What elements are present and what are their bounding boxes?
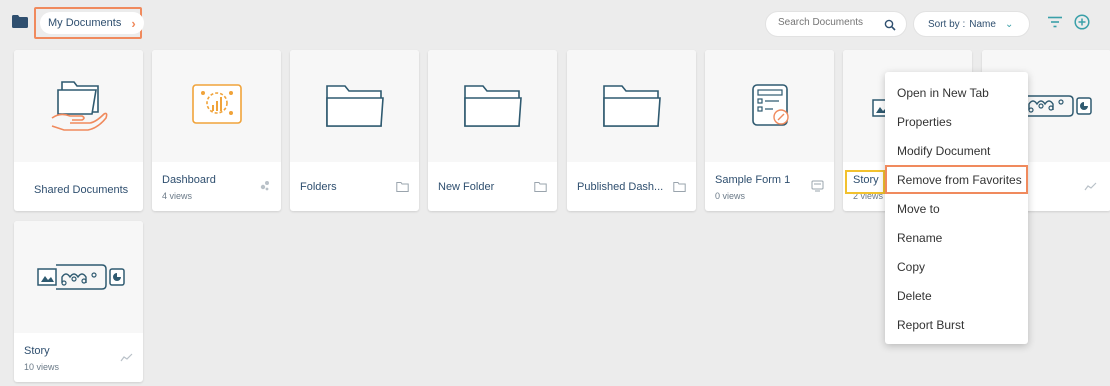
story-icon bbox=[1022, 95, 1092, 117]
menu-item-rename[interactable]: Rename bbox=[885, 223, 1028, 252]
card-title[interactable]: New Folder bbox=[438, 181, 494, 193]
card-dashboard[interactable]: Dashboard 4 views bbox=[152, 50, 281, 211]
menu-item-move-to[interactable]: Move to bbox=[885, 194, 1028, 223]
filter-icon[interactable] bbox=[1048, 16, 1062, 28]
breadcrumb[interactable]: My Documents › bbox=[40, 12, 144, 34]
card-folders[interactable]: Folders bbox=[290, 50, 419, 211]
story-title-highlight bbox=[845, 170, 885, 194]
card-shared-documents[interactable]: Shared Documents bbox=[14, 50, 143, 211]
folder-small-icon bbox=[396, 182, 409, 192]
menu-item-remove-from-favorites[interactable]: Remove from Favorites bbox=[885, 165, 1028, 194]
card-title[interactable]: Folders bbox=[300, 181, 337, 193]
card-views: 0 views bbox=[715, 191, 746, 201]
folder-small-icon bbox=[673, 182, 686, 192]
dashboard-icon bbox=[191, 84, 242, 124]
trend-line-icon bbox=[1084, 182, 1097, 191]
form-small-icon bbox=[811, 180, 824, 192]
card-title[interactable]: Story bbox=[24, 345, 50, 357]
card-title[interactable]: Dashboard bbox=[162, 174, 216, 186]
folder-icon[interactable] bbox=[12, 15, 28, 28]
menu-item-properties[interactable]: Properties bbox=[885, 107, 1028, 136]
card-title[interactable]: Published Dash... bbox=[577, 181, 663, 193]
card-thumbnail bbox=[567, 50, 696, 162]
card-thumbnail bbox=[152, 50, 281, 162]
search-box[interactable] bbox=[765, 11, 907, 37]
card-thumbnail bbox=[705, 50, 834, 162]
trend-line-icon bbox=[120, 353, 133, 362]
dots-cluster-icon bbox=[260, 181, 269, 191]
card-thumbnail bbox=[14, 221, 143, 333]
shared-folder-hand-icon bbox=[51, 81, 107, 131]
menu-item-delete[interactable]: Delete bbox=[885, 281, 1028, 310]
folder-small-icon bbox=[534, 182, 547, 192]
sort-label: Sort by : bbox=[928, 18, 966, 30]
folder-icon bbox=[602, 85, 661, 127]
card-thumbnail bbox=[290, 50, 419, 162]
menu-item-report-burst[interactable]: Report Burst bbox=[885, 310, 1028, 339]
card-new-folder[interactable]: New Folder bbox=[428, 50, 557, 211]
sort-dropdown[interactable]: Sort by : Name ⌄ bbox=[913, 11, 1030, 37]
chevron-right-icon: › bbox=[131, 15, 136, 31]
menu-item-open-new-tab[interactable]: Open in New Tab bbox=[885, 78, 1028, 107]
context-menu: Open in New Tab Properties Modify Docume… bbox=[885, 72, 1028, 344]
card-thumbnail bbox=[14, 50, 143, 162]
search-input[interactable] bbox=[778, 17, 878, 28]
card-title[interactable]: Sample Form 1 bbox=[715, 174, 790, 186]
chevron-down-icon: ⌄ bbox=[1004, 18, 1014, 30]
form-icon bbox=[751, 84, 789, 126]
card-published-dashboards[interactable]: Published Dash... bbox=[567, 50, 696, 211]
folder-icon bbox=[325, 85, 384, 127]
card-story-3[interactable]: Story 10 views bbox=[14, 221, 143, 382]
search-icon[interactable] bbox=[884, 19, 896, 31]
add-icon[interactable] bbox=[1074, 14, 1090, 30]
menu-item-copy[interactable]: Copy bbox=[885, 252, 1028, 281]
story-icon bbox=[36, 264, 125, 290]
card-title[interactable]: Shared Documents bbox=[34, 184, 128, 196]
breadcrumb-label[interactable]: My Documents bbox=[48, 17, 121, 29]
toolbar: My Documents › Sort by : Name ⌄ bbox=[0, 0, 1110, 44]
menu-item-modify-document[interactable]: Modify Document bbox=[885, 136, 1028, 165]
card-sample-form[interactable]: Sample Form 1 0 views bbox=[705, 50, 834, 211]
card-views: 4 views bbox=[162, 191, 193, 201]
sort-value: Name bbox=[969, 18, 996, 30]
folder-icon bbox=[463, 85, 522, 127]
card-views: 10 views bbox=[24, 362, 60, 372]
card-thumbnail bbox=[428, 50, 557, 162]
